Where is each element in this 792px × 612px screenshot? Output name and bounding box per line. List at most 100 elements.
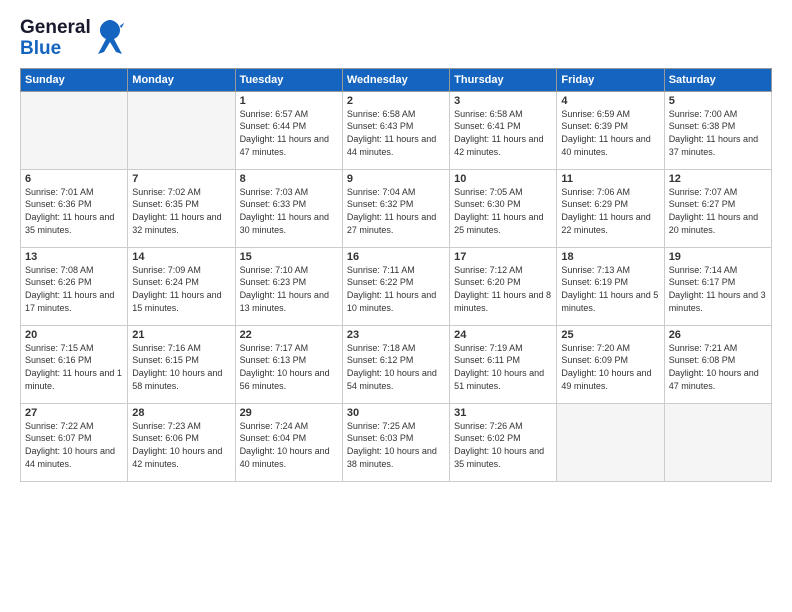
- week-row-3: 20Sunrise: 7:15 AMSunset: 6:16 PMDayligh…: [21, 325, 772, 403]
- day-info: Sunrise: 7:01 AMSunset: 6:36 PMDaylight:…: [25, 186, 123, 236]
- day-info: Sunrise: 7:26 AMSunset: 6:02 PMDaylight:…: [454, 420, 552, 470]
- day-number: 19: [669, 251, 767, 263]
- day-number: 14: [132, 251, 230, 263]
- day-number: 25: [561, 329, 659, 341]
- logo: General Blue: [20, 18, 124, 60]
- calendar-cell: [664, 403, 771, 481]
- weekday-header-monday: Monday: [128, 68, 235, 91]
- day-info: Sunrise: 6:58 AMSunset: 6:43 PMDaylight:…: [347, 108, 445, 158]
- calendar-cell: 17Sunrise: 7:12 AMSunset: 6:20 PMDayligh…: [450, 247, 557, 325]
- calendar-cell: 31Sunrise: 7:26 AMSunset: 6:02 PMDayligh…: [450, 403, 557, 481]
- calendar-cell: 12Sunrise: 7:07 AMSunset: 6:27 PMDayligh…: [664, 169, 771, 247]
- calendar-cell: 15Sunrise: 7:10 AMSunset: 6:23 PMDayligh…: [235, 247, 342, 325]
- weekday-header-saturday: Saturday: [664, 68, 771, 91]
- day-info: Sunrise: 7:03 AMSunset: 6:33 PMDaylight:…: [240, 186, 338, 236]
- day-number: 18: [561, 251, 659, 263]
- day-number: 27: [25, 407, 123, 419]
- calendar-cell: 16Sunrise: 7:11 AMSunset: 6:22 PMDayligh…: [342, 247, 449, 325]
- day-info: Sunrise: 7:11 AMSunset: 6:22 PMDaylight:…: [347, 264, 445, 314]
- weekday-header-sunday: Sunday: [21, 68, 128, 91]
- logo-general: General: [20, 18, 91, 39]
- day-info: Sunrise: 7:06 AMSunset: 6:29 PMDaylight:…: [561, 186, 659, 236]
- calendar-cell: 20Sunrise: 7:15 AMSunset: 6:16 PMDayligh…: [21, 325, 128, 403]
- day-number: 21: [132, 329, 230, 341]
- day-number: 3: [454, 95, 552, 107]
- calendar-cell: 13Sunrise: 7:08 AMSunset: 6:26 PMDayligh…: [21, 247, 128, 325]
- day-number: 4: [561, 95, 659, 107]
- calendar-cell: 3Sunrise: 6:58 AMSunset: 6:41 PMDaylight…: [450, 91, 557, 169]
- calendar-cell: 28Sunrise: 7:23 AMSunset: 6:06 PMDayligh…: [128, 403, 235, 481]
- day-number: 2: [347, 95, 445, 107]
- day-info: Sunrise: 7:14 AMSunset: 6:17 PMDaylight:…: [669, 264, 767, 314]
- day-info: Sunrise: 6:58 AMSunset: 6:41 PMDaylight:…: [454, 108, 552, 158]
- day-info: Sunrise: 7:25 AMSunset: 6:03 PMDaylight:…: [347, 420, 445, 470]
- day-info: Sunrise: 7:00 AMSunset: 6:38 PMDaylight:…: [669, 108, 767, 158]
- day-number: 17: [454, 251, 552, 263]
- weekday-header-friday: Friday: [557, 68, 664, 91]
- day-number: 1: [240, 95, 338, 107]
- calendar-cell: 11Sunrise: 7:06 AMSunset: 6:29 PMDayligh…: [557, 169, 664, 247]
- day-number: 23: [347, 329, 445, 341]
- weekday-header-wednesday: Wednesday: [342, 68, 449, 91]
- day-info: Sunrise: 7:23 AMSunset: 6:06 PMDaylight:…: [132, 420, 230, 470]
- day-number: 26: [669, 329, 767, 341]
- day-info: Sunrise: 7:15 AMSunset: 6:16 PMDaylight:…: [25, 342, 123, 392]
- calendar-cell: 30Sunrise: 7:25 AMSunset: 6:03 PMDayligh…: [342, 403, 449, 481]
- day-info: Sunrise: 7:13 AMSunset: 6:19 PMDaylight:…: [561, 264, 659, 314]
- day-info: Sunrise: 7:04 AMSunset: 6:32 PMDaylight:…: [347, 186, 445, 236]
- calendar-cell: 10Sunrise: 7:05 AMSunset: 6:30 PMDayligh…: [450, 169, 557, 247]
- day-number: 5: [669, 95, 767, 107]
- day-number: 29: [240, 407, 338, 419]
- day-number: 13: [25, 251, 123, 263]
- calendar-cell: 1Sunrise: 6:57 AMSunset: 6:44 PMDaylight…: [235, 91, 342, 169]
- day-number: 15: [240, 251, 338, 263]
- day-info: Sunrise: 7:21 AMSunset: 6:08 PMDaylight:…: [669, 342, 767, 392]
- day-info: Sunrise: 7:18 AMSunset: 6:12 PMDaylight:…: [347, 342, 445, 392]
- day-info: Sunrise: 7:24 AMSunset: 6:04 PMDaylight:…: [240, 420, 338, 470]
- day-info: Sunrise: 7:10 AMSunset: 6:23 PMDaylight:…: [240, 264, 338, 314]
- day-info: Sunrise: 7:02 AMSunset: 6:35 PMDaylight:…: [132, 186, 230, 236]
- day-number: 8: [240, 173, 338, 185]
- week-row-0: 1Sunrise: 6:57 AMSunset: 6:44 PMDaylight…: [21, 91, 772, 169]
- page: General Blue SundayMondayTuesdayWednesda…: [0, 0, 792, 612]
- week-row-2: 13Sunrise: 7:08 AMSunset: 6:26 PMDayligh…: [21, 247, 772, 325]
- week-row-4: 27Sunrise: 7:22 AMSunset: 6:07 PMDayligh…: [21, 403, 772, 481]
- calendar-cell: 22Sunrise: 7:17 AMSunset: 6:13 PMDayligh…: [235, 325, 342, 403]
- weekday-header-tuesday: Tuesday: [235, 68, 342, 91]
- day-info: Sunrise: 7:20 AMSunset: 6:09 PMDaylight:…: [561, 342, 659, 392]
- day-number: 7: [132, 173, 230, 185]
- calendar-cell: 18Sunrise: 7:13 AMSunset: 6:19 PMDayligh…: [557, 247, 664, 325]
- calendar-cell: 8Sunrise: 7:03 AMSunset: 6:33 PMDaylight…: [235, 169, 342, 247]
- day-number: 20: [25, 329, 123, 341]
- day-info: Sunrise: 7:07 AMSunset: 6:27 PMDaylight:…: [669, 186, 767, 236]
- calendar-cell: 2Sunrise: 6:58 AMSunset: 6:43 PMDaylight…: [342, 91, 449, 169]
- day-number: 31: [454, 407, 552, 419]
- weekday-header-row: SundayMondayTuesdayWednesdayThursdayFrid…: [21, 68, 772, 91]
- calendar-cell: 5Sunrise: 7:00 AMSunset: 6:38 PMDaylight…: [664, 91, 771, 169]
- logo-blue-text: Blue: [20, 39, 61, 60]
- calendar-cell: 6Sunrise: 7:01 AMSunset: 6:36 PMDaylight…: [21, 169, 128, 247]
- day-info: Sunrise: 7:05 AMSunset: 6:30 PMDaylight:…: [454, 186, 552, 236]
- calendar-cell: 29Sunrise: 7:24 AMSunset: 6:04 PMDayligh…: [235, 403, 342, 481]
- day-info: Sunrise: 7:08 AMSunset: 6:26 PMDaylight:…: [25, 264, 123, 314]
- calendar-cell: 23Sunrise: 7:18 AMSunset: 6:12 PMDayligh…: [342, 325, 449, 403]
- day-info: Sunrise: 7:09 AMSunset: 6:24 PMDaylight:…: [132, 264, 230, 314]
- day-number: 28: [132, 407, 230, 419]
- day-number: 30: [347, 407, 445, 419]
- calendar-cell: 7Sunrise: 7:02 AMSunset: 6:35 PMDaylight…: [128, 169, 235, 247]
- calendar-cell: 4Sunrise: 6:59 AMSunset: 6:39 PMDaylight…: [557, 91, 664, 169]
- day-number: 9: [347, 173, 445, 185]
- day-number: 22: [240, 329, 338, 341]
- calendar-cell: 26Sunrise: 7:21 AMSunset: 6:08 PMDayligh…: [664, 325, 771, 403]
- calendar-cell: 27Sunrise: 7:22 AMSunset: 6:07 PMDayligh…: [21, 403, 128, 481]
- header: General Blue: [20, 18, 772, 60]
- day-number: 11: [561, 173, 659, 185]
- day-number: 24: [454, 329, 552, 341]
- day-info: Sunrise: 7:16 AMSunset: 6:15 PMDaylight:…: [132, 342, 230, 392]
- weekday-header-thursday: Thursday: [450, 68, 557, 91]
- day-info: Sunrise: 7:12 AMSunset: 6:20 PMDaylight:…: [454, 264, 552, 314]
- day-info: Sunrise: 6:57 AMSunset: 6:44 PMDaylight:…: [240, 108, 338, 158]
- week-row-1: 6Sunrise: 7:01 AMSunset: 6:36 PMDaylight…: [21, 169, 772, 247]
- day-info: Sunrise: 7:19 AMSunset: 6:11 PMDaylight:…: [454, 342, 552, 392]
- calendar-cell: 19Sunrise: 7:14 AMSunset: 6:17 PMDayligh…: [664, 247, 771, 325]
